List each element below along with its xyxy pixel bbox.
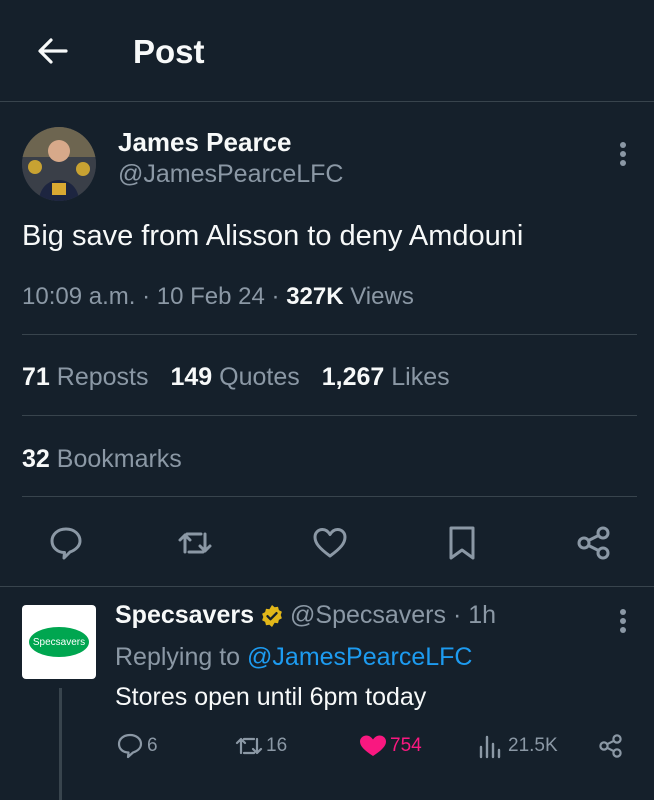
- likes-stat[interactable]: 1,267 Likes: [322, 363, 450, 391]
- avatar[interactable]: [22, 127, 96, 201]
- divider: [22, 496, 637, 497]
- specsavers-logo: Specsavers: [29, 627, 89, 657]
- views-label: Views: [350, 283, 414, 310]
- divider: [22, 334, 637, 335]
- bookmarks-count: 32: [22, 445, 50, 473]
- likes-label: Likes: [391, 363, 450, 391]
- author-handle[interactable]: @JamesPearceLFC: [118, 160, 343, 189]
- back-arrow-icon[interactable]: [36, 34, 70, 68]
- reply-views-count: 21.5K: [508, 735, 558, 756]
- reply-like-button[interactable]: 754: [358, 733, 422, 759]
- share-icon[interactable]: [575, 524, 613, 562]
- reply-avatar[interactable]: Specsavers: [22, 605, 96, 679]
- reply-likes-count: 754: [390, 735, 422, 756]
- reposts-stat[interactable]: 71 Reposts: [22, 363, 148, 391]
- reply-author-name[interactable]: Specsavers: [115, 601, 254, 630]
- quotes-stat[interactable]: 149 Quotes: [170, 363, 299, 391]
- repost-icon: [235, 737, 263, 755]
- reposts-count: 71: [22, 363, 50, 391]
- replying-to: Replying to @JamesPearceLFC: [115, 643, 472, 672]
- post-text: Big save from Alisson to deny Amdouni: [22, 220, 524, 252]
- replying-to-label: Replying to: [115, 643, 241, 671]
- quotes-count: 149: [170, 363, 213, 391]
- bookmarks-label: Bookmarks: [56, 445, 182, 473]
- verified-badge-icon: [262, 604, 282, 627]
- reply-reply-button[interactable]: 6: [115, 733, 158, 759]
- views-icon: [479, 735, 501, 759]
- page-title: Post: [133, 33, 205, 70]
- post-date[interactable]: 10 Feb 24: [157, 283, 265, 310]
- reply-repost-button[interactable]: 16: [234, 733, 287, 759]
- reply-replies-count: 6: [147, 735, 158, 756]
- reply-views-button[interactable]: 21.5K: [476, 733, 558, 759]
- more-options-icon[interactable]: [610, 138, 636, 170]
- post-time[interactable]: 10:09 a.m.: [22, 283, 135, 310]
- liked-heart-icon: [360, 735, 386, 756]
- share-icon: [599, 734, 622, 758]
- reply-more-options-icon[interactable]: [610, 605, 636, 637]
- quotes-label: Quotes: [219, 363, 300, 391]
- post-meta: 10:09 a.m. · 10 Feb 24 · 327K Views: [22, 283, 414, 310]
- replying-to-link[interactable]: @JamesPearceLFC: [247, 643, 472, 671]
- reply-header: Specsavers @Specsavers · 1h: [115, 601, 497, 630]
- reposts-label: Reposts: [56, 363, 149, 391]
- section-divider: [0, 586, 654, 587]
- bookmarks-stat[interactable]: 32 Bookmarks: [22, 445, 182, 474]
- like-icon[interactable]: [311, 524, 349, 562]
- reply-time[interactable]: 1h: [468, 601, 496, 630]
- divider: [22, 415, 637, 416]
- top-bar: [0, 0, 654, 102]
- reply-share-button[interactable]: [597, 733, 627, 759]
- likes-count: 1,267: [321, 363, 385, 391]
- author-name[interactable]: James Pearce: [118, 127, 291, 158]
- engagement-stats: 71 Reposts 149 Quotes 1,267 Likes: [22, 363, 450, 392]
- reply-text: Stores open until 6pm today: [115, 683, 427, 711]
- reply-icon: [117, 733, 143, 759]
- reply-icon[interactable]: [47, 524, 85, 562]
- bookmark-icon[interactable]: [443, 524, 481, 562]
- views-count: 327K: [286, 283, 344, 310]
- thread-line: [59, 688, 62, 800]
- repost-icon[interactable]: [176, 524, 214, 562]
- reply-reposts-count: 16: [266, 735, 288, 756]
- reply-author-handle[interactable]: @Specsavers: [290, 601, 446, 630]
